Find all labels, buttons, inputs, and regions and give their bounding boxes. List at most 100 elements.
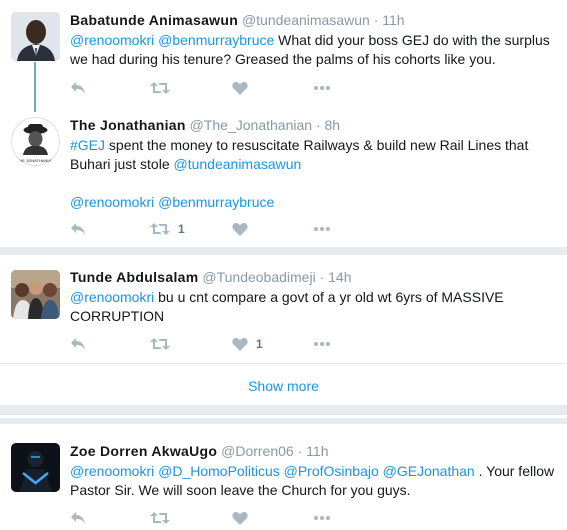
tweet-text-line: @renoomokri bu u cnt compare a govt of a…	[70, 288, 559, 307]
tweet-text-line: we had during his tenure? Greased the pa…	[70, 50, 559, 69]
like-button[interactable]	[232, 219, 256, 239]
tweet-text-segment: bu u cnt compare a govt of a yr old wt 6…	[154, 289, 504, 305]
timestamp[interactable]: 11h	[306, 443, 328, 459]
separator-dot: ·	[297, 443, 303, 459]
heart-icon	[232, 337, 248, 351]
divider	[0, 414, 567, 415]
tweet-text-line: @renoomokri @D_HomoPoliticus @ProfOsinba…	[70, 462, 559, 481]
author-name[interactable]: Tunde Abdulsalam	[70, 269, 198, 285]
tweet-text: #GEJ spent the money to resuscitate Rail…	[70, 136, 559, 212]
author-handle[interactable]: @The_Jonathanian	[190, 117, 312, 133]
heart-icon	[232, 222, 248, 236]
conversation-separator	[0, 405, 567, 414]
more-dots-icon	[314, 516, 330, 520]
tweet-text-segment: What did your boss GEJ do with the surpl…	[274, 32, 550, 48]
mention-link[interactable]: @ProfOsinbajo	[284, 463, 379, 479]
tweet-text-line: #GEJ spent the money to resuscitate Rail…	[70, 136, 559, 155]
more-button[interactable]	[314, 78, 330, 98]
more-button[interactable]	[314, 219, 330, 239]
more-button[interactable]	[314, 508, 330, 528]
conversation-separator	[0, 418, 567, 424]
mention-link[interactable]: @renoomokri	[70, 194, 154, 210]
timestamp[interactable]: 14h	[328, 269, 351, 285]
more-dots-icon	[314, 86, 330, 90]
show-more-link[interactable]: Show more	[0, 378, 567, 394]
tweet-text-line	[70, 174, 559, 193]
mention-link[interactable]: @benmurraybruce	[158, 32, 274, 48]
retweet-button[interactable]	[150, 78, 178, 98]
avatar-caption: THE JONATHANIAN	[17, 158, 54, 163]
avatar[interactable]: THE JONATHANIAN	[11, 117, 60, 166]
tweet-text-line: @renoomokri @benmurraybruce What did you…	[70, 31, 559, 50]
like-button[interactable]	[232, 508, 256, 528]
tweet-text-segment: Buhari just stole	[70, 156, 174, 172]
author-handle[interactable]: @tundeanimasawun	[242, 12, 370, 28]
author-name[interactable]: Zoe Dorren AkwaUgo	[70, 443, 217, 459]
like-count: 1	[256, 337, 263, 351]
reply-button[interactable]	[70, 334, 86, 354]
like-button[interactable]: 1	[232, 334, 263, 354]
reply-button[interactable]	[70, 219, 86, 239]
retweet-icon	[150, 223, 170, 235]
tweet-actions	[70, 508, 370, 528]
retweet-icon	[150, 512, 170, 524]
tweet-text: @renoomokri @benmurraybruce What did you…	[70, 31, 559, 69]
author-name[interactable]: Babatunde Animasawun	[70, 12, 238, 28]
tweet-text: @renoomokri bu u cnt compare a govt of a…	[70, 288, 559, 326]
mention-link[interactable]: @renoomokri	[70, 32, 154, 48]
retweet-button[interactable]: 1	[150, 219, 185, 239]
tweet-actions	[70, 78, 370, 98]
tweet-text-segment	[70, 175, 74, 191]
mention-link[interactable]: @benmurraybruce	[158, 194, 274, 210]
more-dots-icon	[314, 342, 330, 346]
tweet-text-segment: CORRUPTION	[70, 308, 165, 324]
retweet-count: 1	[178, 222, 185, 236]
tweet-text-segment: we had during his tenure? Greased the pa…	[70, 51, 496, 67]
tweet-actions: 1	[70, 334, 370, 354]
mention-link[interactable]: @renoomokri	[70, 463, 154, 479]
more-dots-icon	[314, 227, 330, 231]
reply-icon	[71, 338, 85, 350]
author-handle[interactable]: @Tundeobadimeji	[202, 269, 315, 285]
tweet-actions: 1	[70, 219, 370, 239]
separator-dot: ·	[319, 269, 325, 285]
tweet-text: @renoomokri @D_HomoPoliticus @ProfOsinba…	[70, 462, 559, 500]
avatar[interactable]	[11, 443, 60, 492]
avatar[interactable]	[11, 270, 60, 319]
divider	[0, 363, 567, 364]
retweet-button[interactable]	[150, 334, 178, 354]
heart-icon	[232, 81, 248, 95]
tweet-text-segment: Pastor Sir. We will soon leave the Churc…	[70, 482, 411, 498]
retweet-icon	[150, 338, 170, 350]
more-button[interactable]	[314, 334, 330, 354]
author-name[interactable]: The Jonathanian	[70, 117, 186, 133]
retweet-button[interactable]	[150, 508, 178, 528]
tweet-text-line: @renoomokri @benmurraybruce	[70, 193, 559, 212]
tweet-text-line: Pastor Sir. We will soon leave the Churc…	[70, 481, 559, 500]
reply-icon	[71, 223, 85, 235]
mention-link[interactable]: @tundeanimasawun	[174, 156, 302, 172]
reply-icon	[71, 512, 85, 524]
timestamp[interactable]: 11h	[382, 12, 404, 28]
separator-dot: ·	[315, 117, 321, 133]
reply-button[interactable]	[70, 508, 86, 528]
like-button[interactable]	[232, 78, 256, 98]
separator-dot: ·	[373, 12, 379, 28]
hashtag-link[interactable]: #GEJ	[70, 137, 105, 153]
conversation-separator	[0, 247, 567, 255]
tweet-text-segment: . Your fellow	[474, 463, 555, 479]
retweet-icon	[150, 82, 170, 94]
mention-link[interactable]: @D_HomoPoliticus	[158, 463, 280, 479]
mention-link[interactable]: @renoomokri	[70, 289, 154, 305]
tweet-text-line: Buhari just stole @tundeanimasawun	[70, 155, 559, 174]
reply-button[interactable]	[70, 78, 86, 98]
tweet-text-segment: spent the money to resuscitate Railways …	[105, 137, 529, 153]
timestamp[interactable]: 8h	[325, 117, 341, 133]
reply-icon	[71, 82, 85, 94]
mention-link[interactable]: @GEJonathan	[383, 463, 475, 479]
tweet-text-line: CORRUPTION	[70, 307, 559, 326]
heart-icon	[232, 511, 248, 525]
author-handle[interactable]: @Dorren06	[221, 443, 294, 459]
conversation-thread-line	[34, 62, 36, 112]
avatar[interactable]	[11, 12, 60, 61]
